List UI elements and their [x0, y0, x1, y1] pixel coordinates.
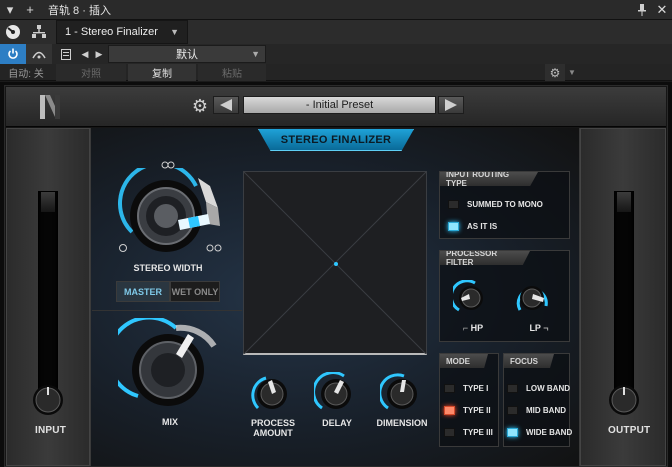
- chevron-down-icon[interactable]: ▼: [565, 64, 579, 81]
- routing-summed-checkbox[interactable]: [448, 200, 459, 209]
- mode-type2-checkbox[interactable]: [444, 406, 455, 415]
- collapse-icon[interactable]: ▾: [0, 0, 20, 20]
- output-meter: [614, 191, 634, 403]
- process-amount-knob[interactable]: [250, 372, 294, 416]
- dimension-label: DIMENSION: [376, 418, 428, 428]
- gear-icon[interactable]: ⚙: [545, 64, 565, 81]
- logo-n-icon: [38, 93, 62, 121]
- paste-button[interactable]: 粘贴: [198, 64, 266, 81]
- plugin-select[interactable]: 1 - Stereo Finalizer ▼: [56, 20, 188, 44]
- process-amount-label: PROCESS AMOUNT: [250, 418, 295, 438]
- hp-slope-icon: ⌐: [462, 323, 471, 333]
- mono-icon: [119, 244, 127, 252]
- mode-type1-checkbox[interactable]: [444, 384, 455, 393]
- bypass-icon[interactable]: [26, 44, 52, 64]
- master-button[interactable]: MASTER: [116, 281, 170, 302]
- filter-title: PROCESSOR FILTER: [440, 251, 530, 265]
- input-meter-cap: [41, 192, 55, 212]
- plugin-preset-name: - Initial Preset: [305, 99, 374, 111]
- arrow-right-icon[interactable]: [438, 96, 464, 114]
- chevron-down-icon: ▼: [170, 27, 179, 37]
- output-label: OUTPUT: [608, 425, 651, 436]
- lp-label: LP ¬: [529, 323, 549, 333]
- delay-knob[interactable]: [314, 372, 358, 416]
- lp-slope-icon: ¬: [540, 323, 549, 333]
- mode-title: MODE: [440, 354, 488, 368]
- next-preset-icon[interactable]: ▶: [92, 44, 106, 64]
- input-meter: [38, 191, 58, 403]
- focus-wide-label: WIDE BAND: [526, 428, 573, 437]
- focus-mid-checkbox[interactable]: [507, 406, 518, 415]
- mix-label: MIX: [161, 417, 178, 427]
- wide-icon: [206, 244, 222, 252]
- automation-toggle[interactable]: 自动: 关: [0, 64, 52, 81]
- focus-title: FOCUS: [504, 354, 554, 368]
- mode-type3-checkbox[interactable]: [444, 428, 455, 437]
- add-icon[interactable]: +: [20, 0, 40, 20]
- dimension-knob[interactable]: [380, 372, 424, 416]
- input-label: INPUT: [35, 425, 66, 436]
- pin-icon[interactable]: [632, 0, 652, 20]
- mode-type1-label: TYPE I: [463, 384, 489, 393]
- routing-title: INPUT ROUTING TYPE: [440, 172, 538, 186]
- host-preset-select[interactable]: 默认 ▼: [108, 45, 266, 63]
- host-preset-label: 默认: [176, 49, 198, 61]
- window-title: 音轨 8 · 插入: [48, 4, 111, 17]
- list-icon[interactable]: [56, 44, 76, 64]
- gear-icon[interactable]: ⚙: [190, 96, 210, 116]
- routing-as-is-checkbox[interactable]: [448, 222, 459, 231]
- plugin-name: 1 - Stereo Finalizer: [65, 26, 158, 38]
- mode-type2-label: TYPE II: [463, 406, 491, 415]
- plugin-preset-display[interactable]: - Initial Preset: [243, 96, 436, 114]
- close-icon[interactable]: ✕: [652, 0, 672, 20]
- divider: [92, 310, 242, 311]
- copy-button[interactable]: 复制: [128, 64, 196, 81]
- arrow-left-icon[interactable]: [213, 96, 239, 114]
- input-knob[interactable]: [31, 383, 65, 417]
- hp-knob[interactable]: [453, 280, 489, 316]
- output-knob[interactable]: [607, 383, 641, 417]
- routing-summed-label: SUMMED TO MONO: [467, 200, 543, 209]
- plugin-title: STEREO FINALIZER: [258, 129, 414, 151]
- focus-wide-checkbox[interactable]: [507, 428, 518, 437]
- output-meter-cap: [617, 192, 631, 212]
- hp-label: ⌐ HP: [462, 323, 484, 333]
- routing-icon[interactable]: [26, 20, 52, 44]
- insert-icon[interactable]: [0, 20, 26, 44]
- power-icon[interactable]: [0, 44, 26, 64]
- prev-preset-icon[interactable]: ◀: [78, 44, 92, 64]
- focus-mid-label: MID BAND: [526, 406, 566, 415]
- compare-button[interactable]: 对照: [56, 64, 126, 81]
- delay-label: DELAY: [322, 418, 352, 428]
- chevron-down-icon: ▼: [251, 49, 260, 59]
- mix-knob[interactable]: [118, 318, 222, 414]
- focus-low-checkbox[interactable]: [507, 384, 518, 393]
- stereo-width-label: STEREO WIDTH: [133, 263, 203, 273]
- xy-pad[interactable]: [243, 171, 427, 355]
- focus-low-label: LOW BAND: [526, 384, 570, 393]
- host-titlebar: ▾ + 音轨 8 · 插入 ✕: [0, 0, 672, 20]
- routing-as-is-label: AS IT IS: [467, 222, 498, 231]
- wet-only-button[interactable]: WET ONLY: [170, 281, 220, 302]
- lp-knob[interactable]: [514, 280, 550, 316]
- mode-type3-label: TYPE III: [463, 428, 493, 437]
